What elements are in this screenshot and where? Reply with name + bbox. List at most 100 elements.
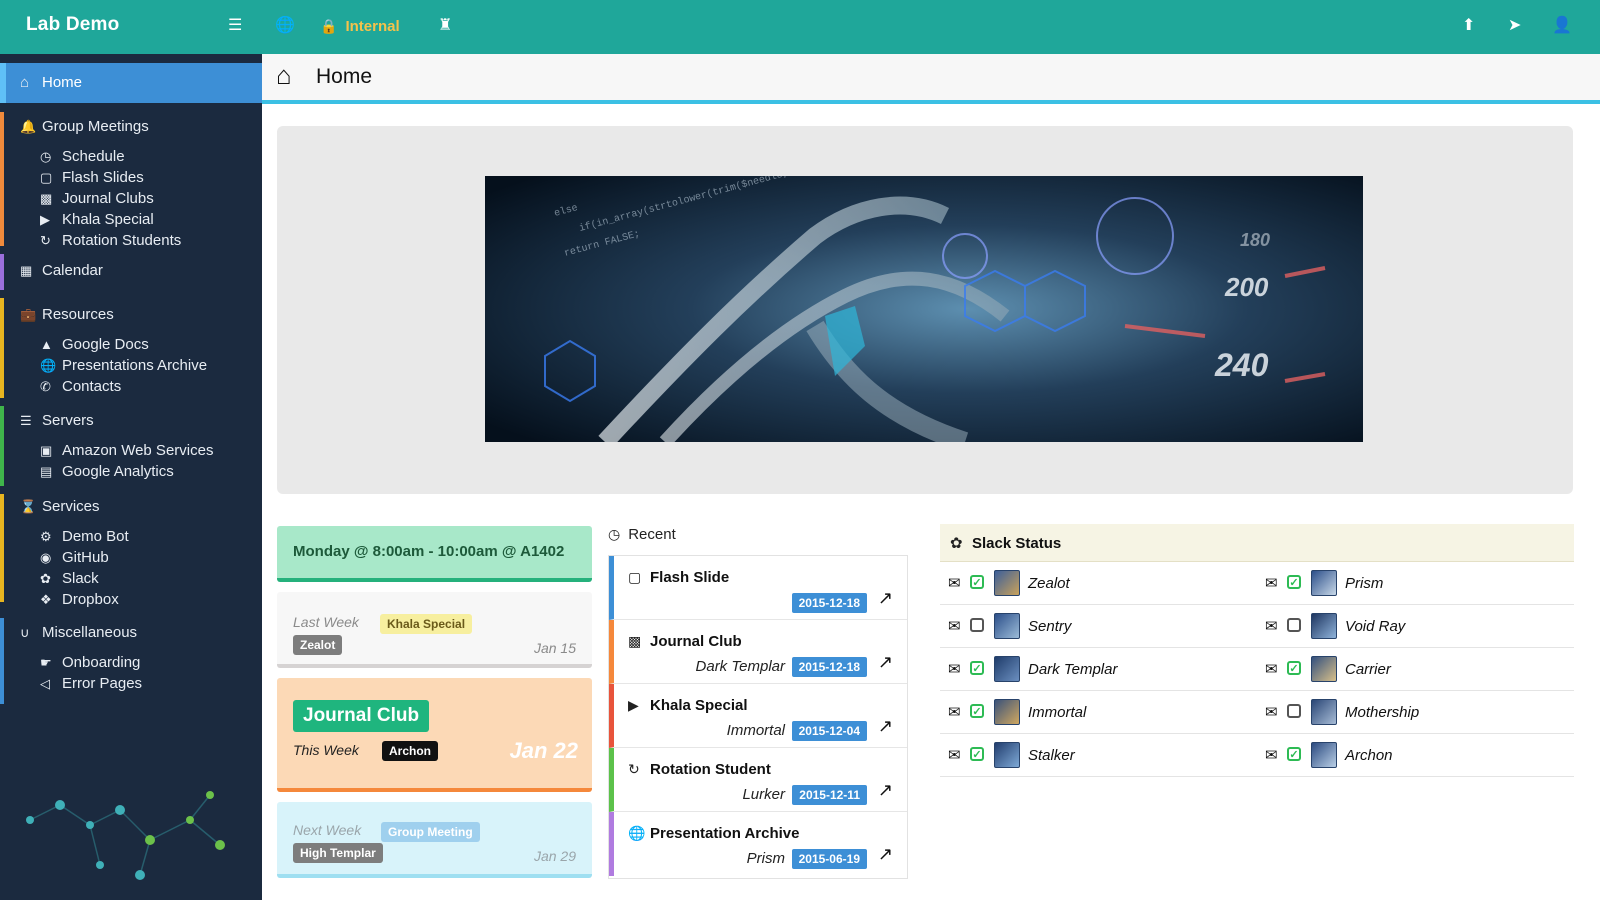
sidebar-item-group-meetings[interactable]: 🔔 Group Meetings	[20, 118, 149, 138]
sidebar-item-schedule[interactable]: ◷ Schedule	[40, 148, 125, 168]
sidebar-item-calendar[interactable]: ▦ Calendar	[20, 262, 103, 282]
mail-icon[interactable]: ✉	[1265, 703, 1278, 721]
github-icon: ◉	[40, 550, 52, 565]
sidebar-item-miscellaneous[interactable]: ∪ Miscellaneous	[20, 624, 137, 644]
sidebar-item-services[interactable]: ⌛ Services	[20, 498, 100, 518]
drive-icon: ▲	[40, 337, 53, 352]
video-icon: ▶	[40, 212, 50, 227]
checkbox-checked-icon[interactable]: ✓	[970, 704, 984, 718]
chart-icon: ▤	[40, 464, 53, 479]
external-link-icon[interactable]: ↗	[878, 716, 893, 737]
upload-icon[interactable]: ⬆	[1462, 16, 1475, 36]
recent-item-presenter: Prism	[746, 850, 785, 867]
recent-item[interactable]: ▶ Khala Special Immortal 2015-12-04 ↗	[609, 684, 907, 748]
mail-icon[interactable]: ✉	[948, 660, 961, 678]
avatar	[994, 699, 1020, 725]
internal-link[interactable]: 🔒 Internal	[320, 16, 400, 37]
recent-item-presenter: Dark Templar	[695, 658, 785, 675]
checkbox-checked-icon[interactable]: ✓	[1287, 575, 1301, 589]
external-link-icon[interactable]: ↗	[878, 588, 893, 609]
mail-icon[interactable]: ✉	[948, 703, 961, 721]
checkbox-empty-icon[interactable]	[1287, 704, 1301, 718]
sidebar-item-github[interactable]: ◉ GitHub	[40, 549, 109, 569]
mail-icon[interactable]: ✉	[1265, 574, 1278, 592]
sidebar-item-google-analytics[interactable]: ▤ Google Analytics	[40, 463, 174, 483]
recent-item[interactable]: ▩ Journal Club Dark Templar 2015-12-18 ↗	[609, 620, 907, 684]
last-week-card[interactable]: Last Week Khala Special Zealot Jan 15	[277, 592, 592, 668]
top-navbar: Lab Demo ☰ 🌐 🔒 Internal ♜ ⬆ ➤ 👤	[0, 0, 1600, 54]
sidebar-item-contacts[interactable]: ✆ Contacts	[40, 378, 121, 398]
sidebar-item-demo-bot[interactable]: ⚙ Demo Bot	[40, 528, 129, 548]
sidebar-item-home[interactable]: ⌂ Home	[0, 63, 262, 103]
sidebar-item-google-docs[interactable]: ▲ Google Docs	[40, 336, 149, 356]
checkbox-empty-icon[interactable]	[1287, 618, 1301, 632]
hand-icon: ☛	[40, 655, 52, 670]
mail-icon[interactable]: ✉	[1265, 617, 1278, 635]
mail-icon[interactable]: ✉	[1265, 660, 1278, 678]
slack-member-name: Zealot	[1028, 575, 1070, 592]
external-link-icon[interactable]: ↗	[878, 844, 893, 865]
sidebar-item-flash-slides[interactable]: ▢ Flash Slides	[40, 169, 144, 189]
recent-list: ▢ Flash Slide 2015-12-18 ↗ ▩ Journal Clu…	[608, 555, 908, 879]
checkbox-checked-icon[interactable]: ✓	[970, 661, 984, 675]
recent-item[interactable]: 🌐 Presentation Archive Prism 2015-06-19 …	[609, 812, 907, 876]
home-icon: ⌂	[20, 74, 30, 91]
checkbox-empty-icon[interactable]	[970, 618, 984, 632]
sidebar-item-resources[interactable]: 💼 Resources	[20, 306, 114, 326]
presenter-badge: Archon	[382, 741, 438, 761]
sidebar-item-label: Journal Clubs	[62, 190, 154, 207]
retweet-icon: ↻	[40, 233, 51, 248]
slack-member-name: Archon	[1345, 747, 1393, 764]
slack-member-name: Prism	[1345, 575, 1384, 592]
slack-member-name: Mothership	[1345, 704, 1420, 721]
lock-icon: 🔒	[320, 18, 338, 34]
chess-icon[interactable]: ♜	[438, 16, 452, 36]
external-link-icon[interactable]: ↗	[878, 780, 893, 801]
recent-item-date: 2015-12-04	[791, 721, 867, 741]
recent-item-name: Flash Slide	[650, 569, 730, 586]
checkbox-checked-icon[interactable]: ✓	[970, 575, 984, 589]
svg-text:180: 180	[1240, 230, 1270, 250]
mail-icon[interactable]: ✉	[1265, 746, 1278, 764]
sidebar-item-presentations-archive[interactable]: 🌐 Presentations Archive	[40, 357, 207, 377]
sidebar-item-servers[interactable]: ☰ Servers	[20, 412, 94, 432]
avatar	[994, 613, 1020, 639]
sidebar-item-dropbox[interactable]: ❖ Dropbox	[40, 591, 119, 611]
sidebar-molecule-decoration	[26, 791, 225, 880]
checkbox-checked-icon[interactable]: ✓	[1287, 747, 1301, 761]
brand-logo[interactable]: Lab Demo	[26, 14, 119, 36]
mail-icon[interactable]: ✉	[948, 574, 961, 592]
mail-icon[interactable]: ✉	[948, 746, 961, 764]
this-week-card[interactable]: Journal Club This Week Archon Jan 22	[277, 678, 592, 792]
external-link-icon[interactable]: ↗	[878, 652, 893, 673]
presentation-icon: ▢	[628, 569, 642, 585]
sidebar-item-label: Rotation Students	[62, 232, 182, 249]
next-meeting-card[interactable]: Monday @ 8:00am - 10:00am @ A1402	[277, 526, 592, 582]
sidebar-item-label: Khala Special	[62, 211, 154, 228]
list-icon[interactable]: ☰	[228, 16, 242, 36]
sidebar-item-label: Contacts	[62, 378, 122, 395]
user-icon[interactable]: 👤	[1552, 16, 1572, 36]
sidebar-group-miscellaneous: ∪ Miscellaneous ☛ Onboarding ◁ Error Pages	[0, 618, 262, 704]
globe-icon[interactable]: 🌐	[275, 16, 295, 36]
send-icon[interactable]: ➤	[1508, 16, 1521, 36]
mail-icon[interactable]: ✉	[948, 617, 961, 635]
page-header: ⌂ Home	[262, 54, 1600, 104]
next-week-card[interactable]: Next Week Group Meeting High Templar Jan…	[277, 802, 592, 878]
recent-item[interactable]: ↻ Rotation Student Lurker 2015-12-11 ↗	[609, 748, 907, 812]
checkbox-checked-icon[interactable]: ✓	[1287, 661, 1301, 675]
sidebar-item-slack[interactable]: ✿ Slack	[40, 570, 99, 590]
sidebar-item-onboarding[interactable]: ☛ Onboarding	[40, 654, 140, 674]
sidebar-item-rotation-students[interactable]: ↻ Rotation Students	[40, 232, 181, 252]
book-icon: ▩	[40, 191, 53, 206]
sidebar-item-amazon-web-services[interactable]: ▣ Amazon Web Services	[40, 442, 213, 462]
sidebar-item-error-pages[interactable]: ◁ Error Pages	[40, 675, 142, 695]
sidebar-item-journal-clubs[interactable]: ▩ Journal Clubs	[40, 190, 154, 210]
sidebar-item-khala-special[interactable]: ▶ Khala Special	[40, 211, 154, 231]
slack-member-row: ✉ ✓ Archon	[1257, 734, 1574, 777]
slack-icon: ✿	[40, 571, 51, 586]
recent-item[interactable]: ▢ Flash Slide 2015-12-18 ↗	[609, 556, 907, 620]
checkbox-checked-icon[interactable]: ✓	[970, 747, 984, 761]
week-label: This Week	[293, 742, 359, 758]
banner-panel: 200 240 180 else if(in_array(strtolower(…	[277, 126, 1573, 494]
